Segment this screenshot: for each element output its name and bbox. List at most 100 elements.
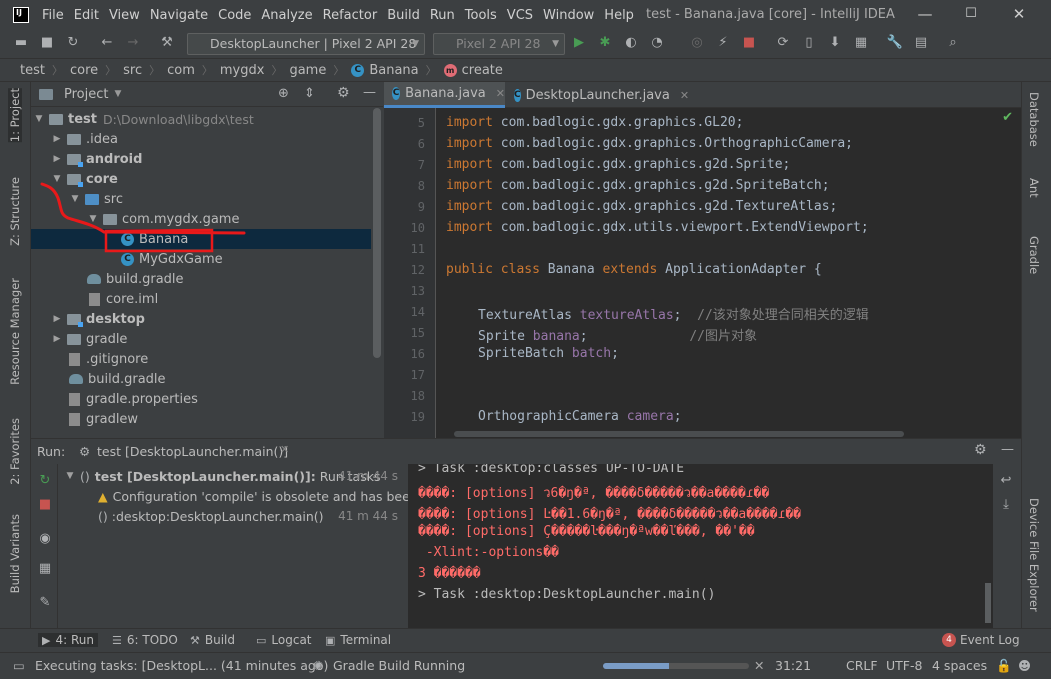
collapsed-arrow-icon[interactable]: ▶ xyxy=(51,134,63,144)
tree-item-package[interactable]: ▼ com.mygdx.game xyxy=(31,209,371,229)
tree-item-android[interactable]: ▶ android xyxy=(31,149,371,169)
project-view-select[interactable]: Project xyxy=(64,87,108,102)
breadcrumb-com[interactable]: com xyxy=(167,63,195,78)
menu-navigate[interactable]: Navigate xyxy=(150,8,208,23)
tree-item-gradlew[interactable]: gradlew xyxy=(31,409,371,429)
stop-icon[interactable]: ■ xyxy=(36,496,54,514)
breadcrumb-game[interactable]: game xyxy=(289,63,326,78)
tool-tab-gradle[interactable]: Gradle xyxy=(1027,236,1041,274)
bottom-tab-build[interactable]: ⚒ Build xyxy=(190,633,235,647)
search-icon[interactable]: ⌕ xyxy=(944,34,962,52)
expanded-arrow-icon[interactable]: ▼ xyxy=(87,214,99,224)
layout-icon[interactable]: ▦ xyxy=(36,560,54,578)
tree-item-root-build-gradle[interactable]: build.gradle xyxy=(31,369,371,389)
tool-tab-database[interactable]: Database xyxy=(1027,92,1041,147)
collapse-all-icon[interactable]: ⇕ xyxy=(304,86,315,101)
menu-edit[interactable]: Edit xyxy=(74,8,99,23)
breadcrumb-src[interactable]: src xyxy=(123,63,142,78)
run-task-warning[interactable]: ▲ Configuration 'compile' is obsolete an… xyxy=(58,486,418,506)
tab-banana-java[interactable]: C Banana.java ✕ xyxy=(384,82,505,108)
tool-tab-resource-manager[interactable]: Resource Manager xyxy=(8,278,22,385)
breadcrumb-test[interactable]: test xyxy=(20,63,45,78)
gear-icon[interactable]: ⚙ xyxy=(337,85,350,101)
tree-item-src[interactable]: ▼ src xyxy=(31,189,371,209)
profile-icon[interactable]: ◔ xyxy=(648,34,666,52)
tool-tab-ant[interactable]: Ant xyxy=(1027,178,1041,198)
console-scrollbar[interactable] xyxy=(985,583,991,623)
bottom-tab-todo[interactable]: ☰ 6: TODO xyxy=(112,633,178,647)
menu-file[interactable]: File xyxy=(42,8,64,23)
indent-setting[interactable]: 4 spaces xyxy=(932,658,987,673)
expanded-arrow-icon[interactable]: ▼ xyxy=(64,471,76,481)
tab-desktoplauncher-java[interactable]: C DesktopLauncher.java ✕ xyxy=(506,82,689,108)
breadcrumb-mygdx[interactable]: mygdx xyxy=(220,63,265,78)
tool-tab-favorites[interactable]: 2: Favorites xyxy=(8,418,22,485)
locate-icon[interactable]: ⊕ xyxy=(278,86,289,101)
back-icon[interactable]: ← xyxy=(98,34,116,52)
tool-tab-structure[interactable]: Z: Structure xyxy=(8,177,22,246)
tree-item-banana[interactable]: C Banana xyxy=(31,229,371,249)
collapsed-arrow-icon[interactable]: ▶ xyxy=(51,314,63,324)
run-tab-label[interactable]: test [DesktopLauncher.main()] xyxy=(97,444,288,459)
hide-panel-icon[interactable]: — xyxy=(1001,442,1014,457)
sdk-manager-icon[interactable]: ⬇ xyxy=(826,34,844,52)
inspection-ok-icon[interactable]: ✔ xyxy=(1002,110,1013,125)
minimize-button[interactable]: — xyxy=(915,4,935,24)
build-hammer-icon[interactable]: ⚒ xyxy=(158,34,176,52)
settings-wrench-icon[interactable]: 🔧 xyxy=(886,34,904,52)
menu-code[interactable]: Code xyxy=(218,8,251,23)
soft-wrap-icon[interactable]: ↩ xyxy=(997,472,1015,490)
open-folder-icon[interactable]: ▬ xyxy=(12,34,30,52)
status-message[interactable]: Executing tasks: [DesktopL... (41 minute… xyxy=(35,658,328,673)
pin-icon[interactable]: ✎ xyxy=(36,594,54,612)
tree-item-test[interactable]: ▼ test D:\Download\libgdx\test xyxy=(31,109,371,129)
run-task-root[interactable]: ▼ () test [DesktopLauncher.main()]: Run … xyxy=(58,466,404,486)
tree-item-gradle[interactable]: ▶ gradle xyxy=(31,329,371,349)
structure-icon[interactable]: ▦ xyxy=(852,34,870,52)
breadcrumb-banana[interactable]: Banana xyxy=(369,63,418,78)
device-select[interactable]: Pixel 2 API 28 ▼ xyxy=(433,33,565,55)
save-icon[interactable]: ■ xyxy=(38,34,56,52)
tree-item-mygdxgame[interactable]: C MyGdxGame xyxy=(31,249,371,269)
caret-position[interactable]: 31:21 xyxy=(775,658,811,673)
expanded-arrow-icon[interactable]: ▼ xyxy=(51,174,63,184)
bottom-tab-run[interactable]: ▶ 4: Run xyxy=(38,633,98,647)
tree-item-core-iml[interactable]: core.iml xyxy=(31,289,371,309)
breadcrumb-create[interactable]: create xyxy=(462,63,503,78)
gradle-build-status[interactable]: Gradle Build Running xyxy=(333,658,465,673)
menu-help[interactable]: Help xyxy=(604,8,634,23)
close-window-button[interactable]: ✕ xyxy=(1009,4,1029,24)
menu-refactor[interactable]: Refactor xyxy=(323,8,378,23)
lock-icon[interactable]: 🔓 xyxy=(996,658,1012,674)
event-log-button[interactable]: 4 Event Log xyxy=(942,633,1020,647)
bottom-tab-logcat[interactable]: ▭ Logcat xyxy=(256,633,312,647)
hide-panel-icon[interactable]: — xyxy=(363,85,376,100)
tool-tab-device-file-explorer[interactable]: Device File Explorer xyxy=(1027,498,1041,612)
editor-horizontal-scrollbar[interactable] xyxy=(454,431,904,437)
tree-item-core-build-gradle[interactable]: build.gradle xyxy=(31,269,371,289)
tree-item-idea[interactable]: ▶ .idea xyxy=(31,129,371,149)
scroll-to-end-icon[interactable]: ⤓ xyxy=(997,496,1015,514)
gear-icon[interactable]: ⚙ xyxy=(974,442,987,458)
inspection-face-icon[interactable]: ☻ xyxy=(1018,658,1031,673)
menu-tools[interactable]: Tools xyxy=(465,8,497,23)
menu-build[interactable]: Build xyxy=(387,8,420,23)
apply-changes-icon[interactable]: ⚡ xyxy=(714,34,732,52)
menu-vcs[interactable]: VCS xyxy=(507,8,533,23)
rerun-icon[interactable]: ↻ xyxy=(36,472,54,490)
line-separator[interactable]: CRLF xyxy=(846,658,878,673)
avd-manager-icon[interactable]: ▯ xyxy=(800,34,818,52)
expanded-arrow-icon[interactable]: ▼ xyxy=(69,194,81,204)
forward-icon[interactable]: → xyxy=(124,34,142,52)
tool-tab-build-variants[interactable]: Build Variants xyxy=(8,514,22,593)
bottom-tab-terminal[interactable]: ▣ Terminal xyxy=(325,633,391,647)
maximize-button[interactable]: ☐ xyxy=(961,4,981,24)
close-icon[interactable]: ✕ xyxy=(280,443,289,456)
menu-analyze[interactable]: Analyze xyxy=(261,8,312,23)
run-icon[interactable]: ▶ xyxy=(570,34,588,52)
cancel-progress-icon[interactable]: ✕ xyxy=(754,658,764,673)
file-encoding[interactable]: UTF-8 xyxy=(886,658,922,673)
project-scrollbar[interactable] xyxy=(373,108,381,358)
menu-run[interactable]: Run xyxy=(430,8,455,23)
toggle-tool-windows-icon[interactable]: ▭ xyxy=(13,658,25,673)
